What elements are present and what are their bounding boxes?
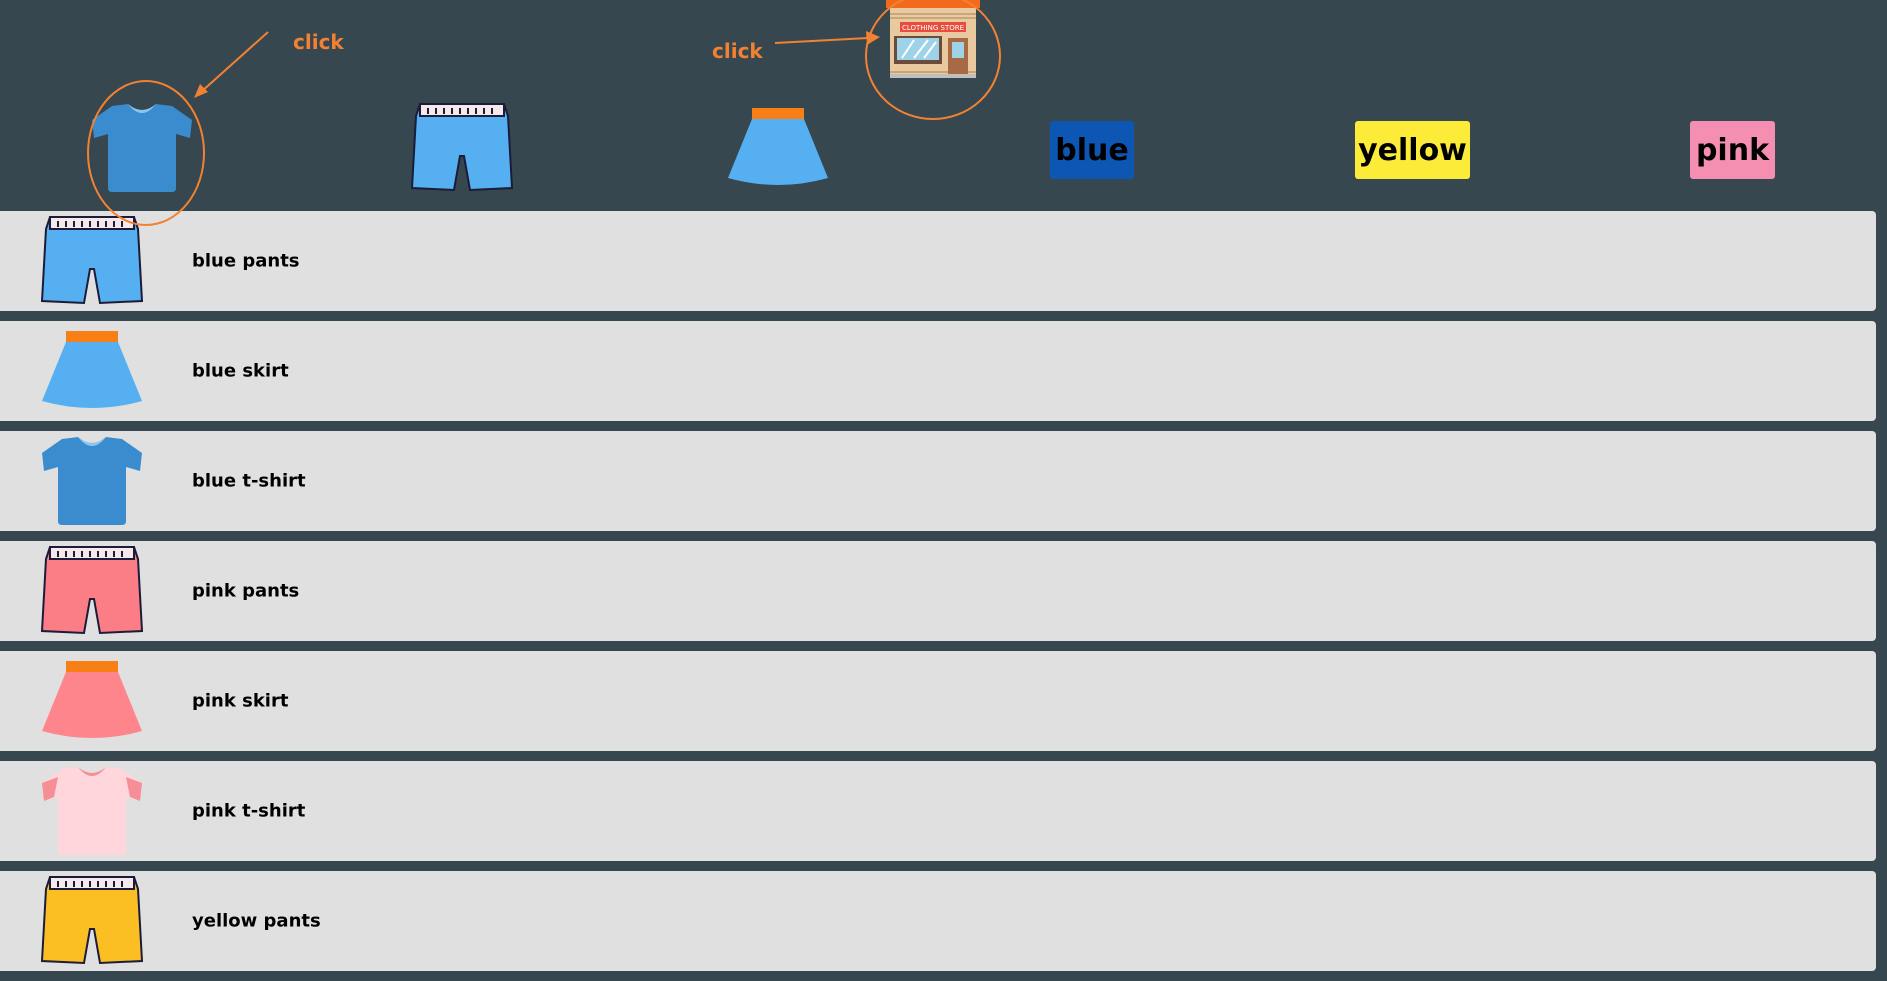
list-item[interactable]: yellow pants — [0, 871, 1876, 971]
list-item[interactable]: blue skirt — [0, 321, 1876, 421]
clothing-store-icon: CLOTHING STORE — [886, 0, 980, 78]
clothing-list: blue pants blue skirt blue t-shirt pink … — [0, 211, 1876, 981]
item-label: blue skirt — [192, 360, 289, 382]
color-filter-yellow[interactable]: yellow — [1355, 121, 1470, 179]
tshirt-icon — [92, 104, 192, 192]
tshirt-icon — [42, 767, 142, 855]
item-label: pink skirt — [192, 690, 289, 712]
top-bar: CLOTHING STORE blue yellow pink click cl… — [0, 0, 1887, 212]
skirt-icon — [728, 108, 828, 185]
store-sign-text: CLOTHING STORE — [902, 24, 964, 32]
list-item[interactable]: blue t-shirt — [0, 431, 1876, 531]
skirt-filter-button[interactable] — [726, 102, 830, 194]
pants-icon — [40, 216, 144, 305]
color-filter-pink[interactable]: pink — [1690, 121, 1775, 179]
item-label: blue t-shirt — [192, 470, 306, 492]
list-item[interactable]: pink t-shirt — [0, 761, 1876, 861]
pants-icon — [410, 103, 514, 192]
click-annotation-right: click — [712, 39, 763, 63]
item-label: yellow pants — [192, 910, 321, 932]
skirt-icon — [42, 331, 142, 408]
click-annotation-left: click — [293, 30, 344, 54]
tshirt-filter-button[interactable] — [90, 102, 194, 194]
tshirt-icon — [42, 437, 142, 525]
pants-icon — [40, 546, 144, 635]
item-label: pink t-shirt — [192, 800, 306, 822]
list-item[interactable]: blue pants — [0, 211, 1876, 311]
clothing-store-button[interactable]: CLOTHING STORE — [884, 0, 982, 80]
skirt-icon — [42, 661, 142, 738]
pants-icon — [40, 876, 144, 965]
list-item[interactable]: pink skirt — [0, 651, 1876, 751]
pants-filter-button[interactable] — [410, 102, 514, 194]
list-item[interactable]: pink pants — [0, 541, 1876, 641]
color-filter-blue[interactable]: blue — [1050, 121, 1134, 179]
item-label: blue pants — [192, 250, 300, 272]
item-label: pink pants — [192, 580, 300, 602]
